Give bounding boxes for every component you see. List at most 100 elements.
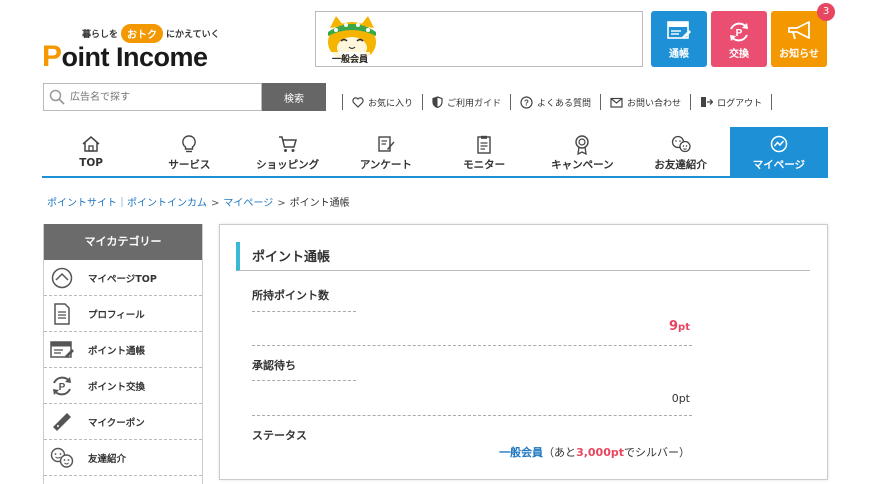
- page-title: ポイント通帳: [252, 250, 331, 265]
- logout-link-label: ログアウト: [717, 98, 763, 109]
- sidebar-item-invite[interactable]: 友達紹介: [44, 440, 202, 476]
- profile-document-icon: [54, 302, 70, 325]
- favorites-link[interactable]: お気に入り: [343, 96, 422, 109]
- site-logo[interactable]: 暮らしを おトク にかえていく Point Income: [42, 24, 220, 74]
- passbook-button[interactable]: 通帳: [651, 11, 707, 67]
- breadcrumb-home[interactable]: ポイントサイト｜ポイントインカム: [47, 198, 207, 209]
- util-separator: [771, 94, 773, 110]
- guide-link-label: ご利用ガイド: [447, 98, 502, 109]
- nav-service[interactable]: サービス: [140, 127, 238, 177]
- nav-invite[interactable]: お友達紹介: [632, 127, 730, 177]
- breadcrumb: ポイントサイト｜ポイントインカム > マイページ > ポイント通帳: [47, 194, 350, 209]
- shield-icon: [432, 96, 443, 108]
- nav-monitor[interactable]: モニター: [435, 127, 533, 177]
- nav-top[interactable]: TOP: [42, 127, 140, 177]
- friends-icon: [671, 135, 691, 153]
- sidebar-item-label: マイページTOP: [88, 273, 157, 285]
- nav-service-label: サービス: [168, 159, 211, 171]
- status-post: でシルバー）: [624, 446, 690, 459]
- bank-passbook-icon: [50, 340, 74, 358]
- sidebar-item-label: 友達紹介: [88, 453, 127, 465]
- status-value: 一般会員（あと3,000ptでシルバー）: [499, 444, 690, 460]
- logo-tagline-post: にかえていく: [166, 30, 220, 40]
- logout-link[interactable]: ログアウト: [691, 96, 771, 109]
- breadcrumb-mypage[interactable]: マイページ: [223, 198, 273, 209]
- sidebar-item-coupon[interactable]: マイクーポン: [44, 404, 202, 440]
- nav-mypage-label: マイページ: [752, 159, 806, 171]
- svg-text:P: P: [736, 28, 743, 39]
- exchange-button[interactable]: P 交換: [711, 11, 767, 67]
- nav-invite-label: お友達紹介: [654, 159, 707, 171]
- favorites-link-label: お気に入り: [368, 98, 414, 109]
- owned-points-value: 9pt: [669, 319, 690, 334]
- status-rank: 一般会員: [499, 446, 544, 459]
- notice-count-badge: 3: [817, 3, 835, 21]
- cart-icon: [278, 136, 297, 152]
- sidebar-item-label: プロフィール: [88, 309, 145, 321]
- svg-text:?: ?: [524, 98, 529, 107]
- nav-survey-label: アンケート: [359, 159, 412, 171]
- pending-points-label: 承認待ち: [252, 359, 296, 372]
- logo-p: P: [42, 40, 62, 73]
- member-rank-box[interactable]: 一般会員: [315, 11, 643, 67]
- sidebar-title: マイカテゴリー: [44, 224, 202, 260]
- faq-link-label: よくある質問: [537, 98, 592, 109]
- contact-link[interactable]: お問い合わせ: [601, 96, 690, 109]
- logo-rest: oint Income: [61, 42, 209, 72]
- sidebar-item-profile[interactable]: プロフィール: [44, 296, 202, 332]
- sidebar-item-exchange[interactable]: P ポイント交換: [44, 368, 202, 404]
- logo-wordmark: Point Income: [42, 40, 208, 74]
- status-pre: （あと: [543, 446, 577, 459]
- contact-link-label: お問い合わせ: [627, 98, 682, 109]
- divider: [252, 415, 692, 416]
- bank-passbook-icon: [667, 21, 691, 39]
- nav-campaign-label: キャンペーン: [551, 159, 614, 171]
- owned-points-unit: pt: [678, 322, 690, 333]
- point-exchange-icon: P: [53, 376, 71, 395]
- nav-survey[interactable]: アンケート: [337, 127, 435, 177]
- member-rank-label: 一般会員: [330, 52, 371, 65]
- nav-underline: [42, 176, 828, 178]
- divider: [252, 311, 356, 312]
- notice-button[interactable]: お知らせ: [771, 11, 827, 67]
- coupon-icon: [53, 412, 71, 431]
- sidebar-item-label: マイクーポン: [88, 417, 145, 429]
- mypage-icon: [770, 135, 788, 153]
- notice-button-label: お知らせ: [779, 49, 819, 60]
- mail-icon: [610, 97, 623, 108]
- sidebar-item-passbook[interactable]: ポイント通帳: [44, 332, 202, 368]
- megaphone-icon: [788, 21, 810, 40]
- status-label: ステータス: [252, 429, 307, 442]
- nav-shopping-label: ショッピング: [256, 159, 320, 171]
- owned-points-number: 9: [669, 319, 679, 334]
- nav-mypage[interactable]: マイページ: [729, 127, 828, 177]
- nav-top-label: TOP: [79, 157, 104, 169]
- home-icon: [82, 136, 100, 152]
- nav-shopping[interactable]: ショッピング: [239, 127, 337, 177]
- breadcrumb-separator: >: [277, 198, 286, 209]
- search-input[interactable]: [70, 87, 258, 107]
- breadcrumb-current: ポイント通帳: [289, 198, 350, 209]
- logout-icon: [701, 97, 714, 107]
- search-icon: [49, 89, 65, 105]
- divider: [252, 380, 356, 381]
- logo-tagline-pre: 暮らしを: [82, 30, 119, 40]
- sidebar-item-mypage-top[interactable]: マイページTOP: [44, 260, 202, 296]
- exchange-button-label: 交換: [729, 49, 749, 60]
- pending-points-value: 0pt: [671, 392, 690, 405]
- svg-text:P: P: [59, 382, 66, 393]
- owned-points-label: 所持ポイント数: [252, 289, 329, 302]
- nav-monitor-label: モニター: [463, 159, 506, 171]
- lightbulb-icon: [182, 135, 197, 153]
- sidebar-item-label: ポイント通帳: [88, 345, 146, 357]
- nav-campaign[interactable]: キャンペーン: [533, 127, 631, 177]
- faq-link[interactable]: ? よくある質問: [511, 95, 600, 109]
- medal-icon: [575, 135, 590, 155]
- divider: [252, 345, 692, 346]
- breadcrumb-separator: >: [211, 198, 220, 209]
- guide-link[interactable]: ご利用ガイド: [423, 96, 510, 109]
- search-button[interactable]: 検索: [262, 83, 326, 111]
- panel-title-bar: ポイント通帳: [236, 242, 810, 271]
- question-icon: ?: [520, 95, 533, 109]
- passbook-panel: ポイント通帳 所持ポイント数 9pt 承認待ち 0pt ステータス 一般会員（あ…: [219, 224, 828, 480]
